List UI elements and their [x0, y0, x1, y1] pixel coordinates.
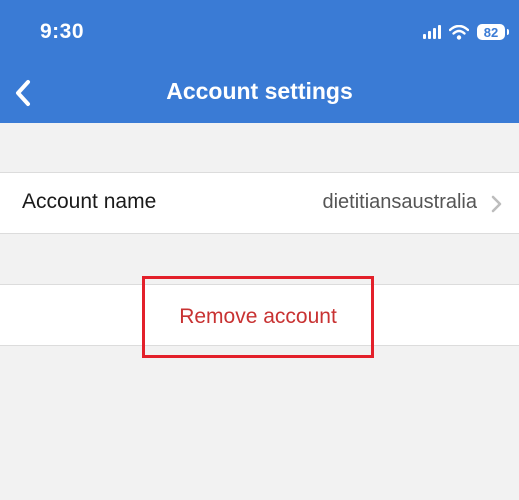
- battery-icon: 82: [477, 24, 509, 40]
- app-header: 9:30 82 Account settings: [0, 0, 519, 123]
- account-name-row[interactable]: Account name dietitiansaustralia: [0, 172, 519, 234]
- status-icons: 82: [423, 22, 509, 42]
- chevron-right-icon: [491, 195, 502, 213]
- remove-account-button[interactable]: Remove account: [142, 276, 374, 358]
- remove-account-row: Remove account: [0, 276, 519, 358]
- account-name-value: dietitiansaustralia: [322, 191, 477, 213]
- wifi-icon: [449, 24, 469, 40]
- account-name-label: Account name: [22, 190, 157, 213]
- battery-level: 82: [483, 24, 499, 40]
- page-title: Account settings: [166, 78, 353, 104]
- signal-icon: [423, 25, 441, 39]
- status-time: 9:30: [40, 20, 85, 43]
- remove-account-label: Remove account: [179, 305, 337, 328]
